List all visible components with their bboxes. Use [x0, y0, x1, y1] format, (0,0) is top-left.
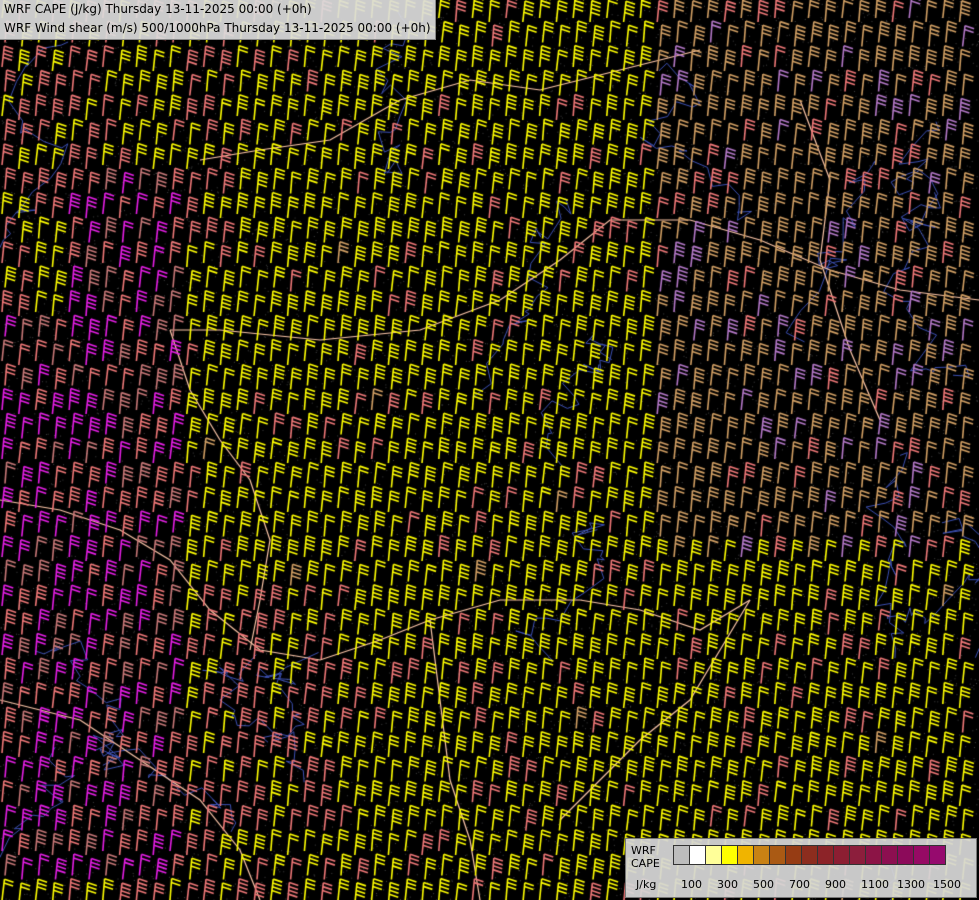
- cape-wind-shear-map: [0, 0, 979, 900]
- legend-swatch: [673, 845, 690, 865]
- legend-swatch: [817, 845, 834, 865]
- legend-tick-label: 100: [681, 878, 702, 891]
- legend-unit: J/kg: [636, 878, 657, 891]
- legend-swatch: [833, 845, 850, 865]
- legend-tick-label: 1500: [933, 878, 961, 891]
- legend-tick-label: 300: [717, 878, 738, 891]
- map-title-box: WRF CAPE (J/kg) Thursday 13-11-2025 00:0…: [0, 0, 436, 40]
- legend-swatch: [865, 845, 882, 865]
- legend-swatch: [737, 845, 754, 865]
- legend-swatch: [721, 845, 738, 865]
- legend-title-wrf: WRF: [631, 844, 656, 857]
- legend-swatch: [785, 845, 802, 865]
- legend-title: WRF CAPE: [631, 844, 660, 870]
- legend-tick-label: 1100: [861, 878, 889, 891]
- legend-swatch: [897, 845, 914, 865]
- legend-tick-label: 500: [753, 878, 774, 891]
- legend-swatch: [881, 845, 898, 865]
- legend-swatch: [801, 845, 818, 865]
- legend-swatch: [849, 845, 866, 865]
- legend-swatch: [689, 845, 706, 865]
- legend-tick-label: 1300: [897, 878, 925, 891]
- legend-color-scale: [673, 845, 946, 865]
- cape-legend: WRF CAPE J/kg 100 300 500 700 900 1100 1300 150…: [625, 838, 977, 898]
- legend-swatch: [929, 845, 946, 865]
- legend-title-cape: CAPE: [631, 857, 660, 870]
- legend-swatch: [769, 845, 786, 865]
- legend-tick-label: 900: [825, 878, 846, 891]
- legend-swatch: [913, 845, 930, 865]
- wind-shear-title: WRF Wind shear (m/s) 500/1000hPa Thursda…: [4, 21, 431, 35]
- legend-swatch: [753, 845, 770, 865]
- cape-title: WRF CAPE (J/kg) Thursday 13-11-2025 00:0…: [4, 2, 312, 16]
- legend-tick-label: 700: [789, 878, 810, 891]
- legend-swatch: [705, 845, 722, 865]
